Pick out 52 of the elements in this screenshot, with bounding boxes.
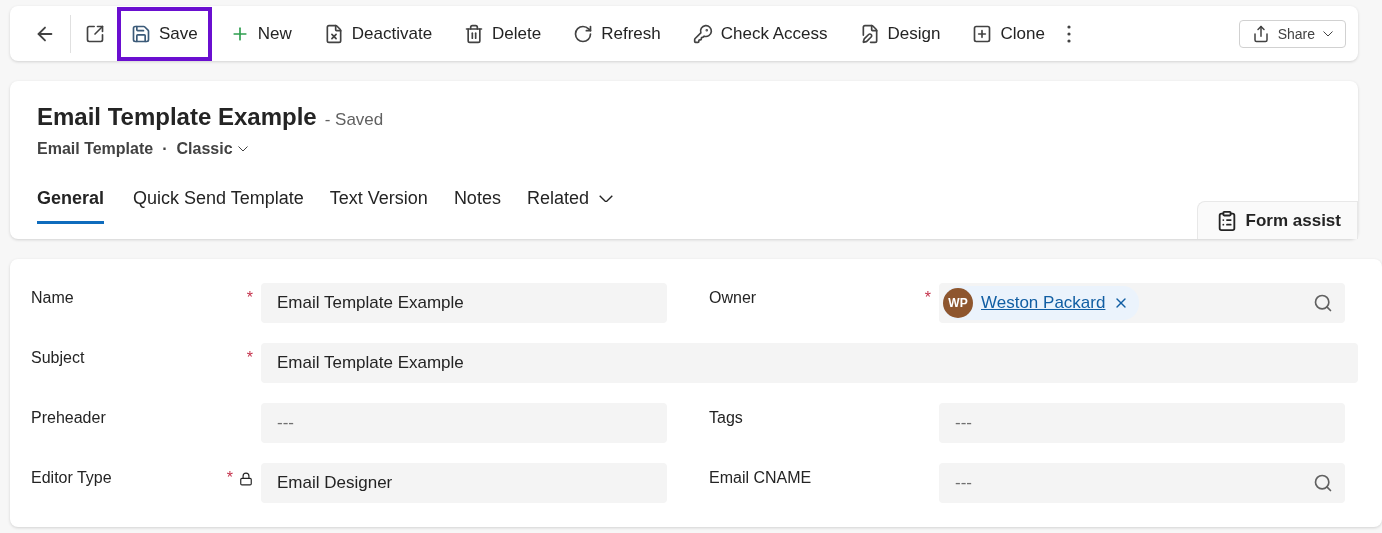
design-button[interactable]: Design (845, 6, 955, 61)
clone-button[interactable]: Clone (958, 6, 1059, 61)
share-button[interactable]: Share (1238, 19, 1346, 48)
search-icon[interactable] (1313, 293, 1333, 313)
chevron-icon (1323, 30, 1333, 37)
input-field[interactable]: Email Template Example (261, 283, 667, 323)
share-icon (1251, 24, 1270, 43)
tab[interactable]: General (37, 180, 105, 224)
required-mark: * (246, 289, 253, 307)
chevron-icon (237, 146, 248, 152)
more-icon (1066, 24, 1071, 43)
field-label: Name (31, 289, 74, 307)
refresh-icon (573, 23, 594, 44)
record-title: Email Template Example (37, 103, 317, 131)
owner-lookup-field[interactable]: WP Weston Packard (939, 283, 1345, 323)
input-field[interactable]: Email Designer (261, 463, 667, 503)
field-label: Tags (709, 409, 743, 427)
tab[interactable]: Quick Send Template (122, 180, 315, 224)
field-label: Editor Type (31, 469, 112, 487)
tab[interactable]: Related (515, 180, 624, 224)
field-label: Subject (31, 349, 85, 367)
tab[interactable]: Text Version (318, 180, 439, 224)
separator: · (162, 140, 168, 158)
entity-name: Email Template (37, 140, 154, 158)
input-field[interactable]: --- (261, 403, 667, 443)
input-field[interactable]: Email Template Example (261, 343, 1358, 383)
field-label: Owner (709, 289, 757, 307)
required-mark: * (226, 469, 233, 487)
form-selector[interactable]: Classic (176, 140, 248, 158)
input-field[interactable]: --- (939, 463, 1345, 503)
form-assist-button[interactable]: Form assist (1196, 201, 1358, 239)
chevron-icon (598, 194, 613, 203)
save-button[interactable]: Save (117, 6, 212, 61)
deactivate-button[interactable]: Deactivate (309, 6, 447, 61)
field-label: Preheader (31, 409, 106, 427)
delete-button[interactable]: Delete (450, 6, 556, 61)
required-mark: * (246, 349, 253, 367)
save-status: - Saved (324, 110, 384, 130)
avatar: WP (943, 288, 973, 318)
owner-link[interactable]: Weston Packard (981, 293, 1106, 313)
square-plus-icon (972, 23, 993, 44)
new-button[interactable]: New (215, 6, 306, 61)
input-field[interactable]: --- (939, 403, 1345, 443)
required-mark: * (924, 289, 931, 307)
external-link-icon (85, 23, 105, 44)
tab[interactable]: Notes (442, 180, 512, 224)
trash-icon (464, 23, 485, 44)
access-button[interactable]: Check Access (678, 6, 842, 61)
refresh-button[interactable]: Refresh (559, 6, 675, 61)
search-icon[interactable] (1313, 473, 1333, 493)
key-icon (692, 23, 713, 44)
field-label: Email CNAME (709, 469, 812, 487)
